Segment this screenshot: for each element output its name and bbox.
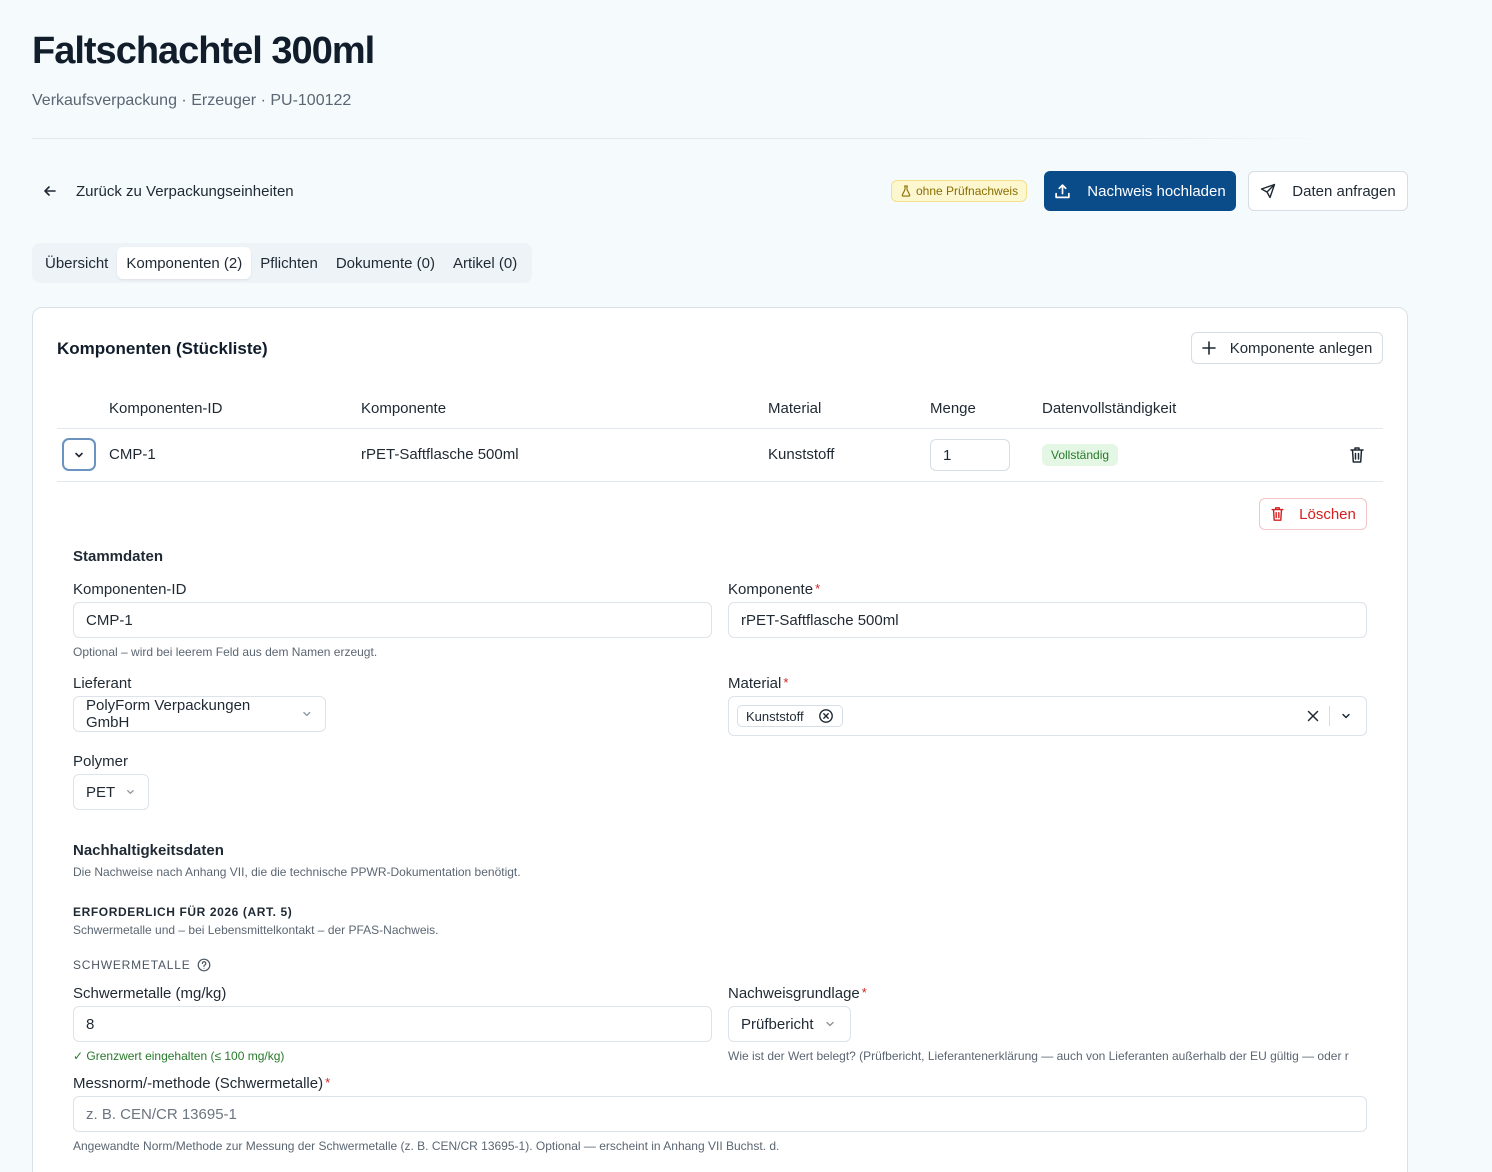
back-link-label: Zurück zu Verpackungseinheiten bbox=[76, 182, 294, 200]
status-badge-label: ohne Prüfnachweis bbox=[916, 184, 1019, 198]
method-hint: Angewandte Norm/Methode zur Messung der … bbox=[73, 1139, 780, 1153]
page-title: Faltschachtel 300ml bbox=[32, 30, 375, 72]
heavy-metals-limit-hint: ✓ Grenzwert eingehalten (≤ 100 mg/kg) bbox=[73, 1049, 285, 1063]
quantity-input[interactable]: 1 bbox=[930, 439, 1010, 471]
multiselect-divider bbox=[1329, 706, 1330, 726]
column-header-quantity: Menge bbox=[930, 400, 976, 417]
card-title: Komponenten (Stückliste) bbox=[57, 339, 268, 358]
proof-basis-label-text: Nachweisgrundlage bbox=[728, 985, 860, 1002]
trash-icon[interactable] bbox=[1349, 446, 1365, 464]
required-2026-heading: ERFORDERLICH FÜR 2026 (ART. 5) bbox=[73, 905, 293, 919]
column-header-component: Komponente bbox=[361, 400, 447, 417]
expand-row-button[interactable] bbox=[62, 438, 96, 471]
send-icon bbox=[1261, 183, 1276, 199]
heavy-metals-label: Schwermetalle (mg/kg) bbox=[73, 985, 227, 1002]
request-data-label: Daten anfragen bbox=[1292, 182, 1396, 200]
back-link[interactable]: Zurück zu Verpackungseinheiten bbox=[42, 180, 294, 202]
delete-component-label: Löschen bbox=[1299, 505, 1356, 523]
required-marker: * bbox=[783, 675, 789, 690]
table-row-divider bbox=[57, 481, 1383, 482]
delete-component-button[interactable]: Löschen bbox=[1259, 498, 1367, 530]
material-label-text: Material bbox=[728, 675, 782, 692]
sustainability-description: Die Nachweise nach Anhang VII, die die t… bbox=[73, 865, 521, 879]
supplier-value: PolyForm Verpackungen GmbH bbox=[86, 697, 251, 731]
heavy-metals-heading-text: SCHWERMETALLE bbox=[73, 958, 191, 972]
remove-chip-icon[interactable] bbox=[818, 708, 834, 724]
status-badge: ohne Prüfnachweis bbox=[891, 180, 1028, 202]
column-header-completeness: Datenvollständigkeit bbox=[1042, 400, 1177, 417]
component-name-label: Komponente * bbox=[728, 581, 820, 598]
chevron-down-icon bbox=[825, 1021, 834, 1027]
arrow-left-icon bbox=[44, 186, 56, 196]
component-id-label: Komponenten-ID bbox=[73, 581, 187, 598]
proof-basis-label: Nachweisgrundlage * bbox=[728, 985, 867, 1002]
material-chip-label: Kunststoff bbox=[746, 708, 804, 724]
required-marker: * bbox=[325, 1075, 331, 1090]
sustainability-heading: Nachhaltigkeitsdaten bbox=[73, 842, 224, 859]
component-id-input[interactable]: CMP-1 bbox=[73, 602, 712, 638]
heavy-metals-heading: SCHWERMETALLE bbox=[73, 958, 211, 972]
component-id-hint: Optional – wird bei leerem Feld aus dem … bbox=[73, 645, 378, 659]
trash-icon bbox=[1271, 507, 1284, 521]
add-component-label: Komponente anlegen bbox=[1229, 339, 1373, 357]
material-chip: Kunststoff bbox=[737, 705, 843, 727]
tab-bar: Übersicht Komponenten (2) Pflichten Doku… bbox=[32, 243, 532, 283]
supplier-label: Lieferant bbox=[73, 675, 132, 692]
row-material: Kunststoff bbox=[768, 446, 835, 463]
chevron-down-icon bbox=[75, 452, 83, 457]
proof-basis-value: Prüfbericht bbox=[741, 1015, 814, 1033]
component-name-label-text: Komponente bbox=[728, 581, 814, 598]
table-header-divider bbox=[57, 428, 1383, 429]
component-name-input[interactable]: rPET-Saftflasche 500ml bbox=[728, 602, 1367, 638]
chevron-down-icon bbox=[303, 711, 311, 717]
polymer-select[interactable]: PET bbox=[73, 774, 149, 810]
add-component-button[interactable]: Komponente anlegen bbox=[1191, 332, 1383, 364]
required-marker: * bbox=[815, 581, 821, 596]
plus-icon bbox=[1201, 341, 1216, 355]
tab-artikel[interactable]: Artikel (0) bbox=[444, 247, 526, 279]
row-component-id: CMP-1 bbox=[109, 446, 156, 463]
header-divider bbox=[32, 138, 1332, 139]
required-marker: * bbox=[861, 985, 867, 1000]
tab-pflichten[interactable]: Pflichten bbox=[251, 247, 327, 279]
tab-uebersicht[interactable]: Übersicht bbox=[36, 247, 117, 279]
supplier-select[interactable]: PolyForm Verpackungen GmbH bbox=[73, 696, 326, 732]
flask-icon bbox=[901, 185, 911, 197]
tab-dokumente[interactable]: Dokumente (0) bbox=[327, 247, 444, 279]
row-component-name: rPET-Saftflasche 500ml bbox=[361, 446, 519, 463]
chevron-down-icon bbox=[127, 790, 134, 794]
heavy-metals-input[interactable]: 8 bbox=[73, 1006, 712, 1042]
method-label: Messnorm/-methode (Schwermetalle) * bbox=[73, 1075, 330, 1092]
proof-basis-hint: Wie ist der Wert belegt? (Prüfbericht, L… bbox=[728, 1049, 1349, 1063]
column-header-material: Material bbox=[768, 400, 822, 417]
column-header-id: Komponenten-ID bbox=[109, 400, 223, 417]
chevron-down-icon[interactable] bbox=[1340, 710, 1352, 722]
components-card bbox=[32, 307, 1408, 1172]
required-2026-description: Schwermetalle und – bei Lebensmittelkont… bbox=[73, 923, 439, 937]
clear-icon[interactable] bbox=[1305, 708, 1321, 724]
request-data-button[interactable]: Daten anfragen bbox=[1248, 171, 1408, 211]
polymer-value: PET bbox=[86, 783, 116, 801]
material-multiselect[interactable]: Kunststoff bbox=[728, 696, 1367, 736]
method-label-text: Messnorm/-methode (Schwermetalle) bbox=[73, 1075, 324, 1092]
material-label: Material * bbox=[728, 675, 788, 692]
completeness-badge: Vollständig bbox=[1042, 444, 1119, 466]
help-icon[interactable] bbox=[197, 958, 211, 972]
tab-komponenten[interactable]: Komponenten (2) bbox=[117, 247, 252, 279]
upload-proof-button[interactable]: Nachweis hochladen bbox=[1044, 171, 1236, 211]
polymer-label: Polymer bbox=[73, 753, 129, 770]
upload-icon bbox=[1055, 183, 1071, 198]
proof-basis-select[interactable]: Prüfbericht bbox=[728, 1006, 851, 1042]
page-subtitle: Verkaufsverpackung · Erzeuger · PU-10012… bbox=[32, 92, 352, 109]
upload-proof-label: Nachweis hochladen bbox=[1087, 182, 1226, 200]
method-input[interactable]: z. B. CEN/CR 13695-1 bbox=[73, 1096, 1367, 1132]
stammdaten-heading: Stammdaten bbox=[73, 548, 164, 565]
